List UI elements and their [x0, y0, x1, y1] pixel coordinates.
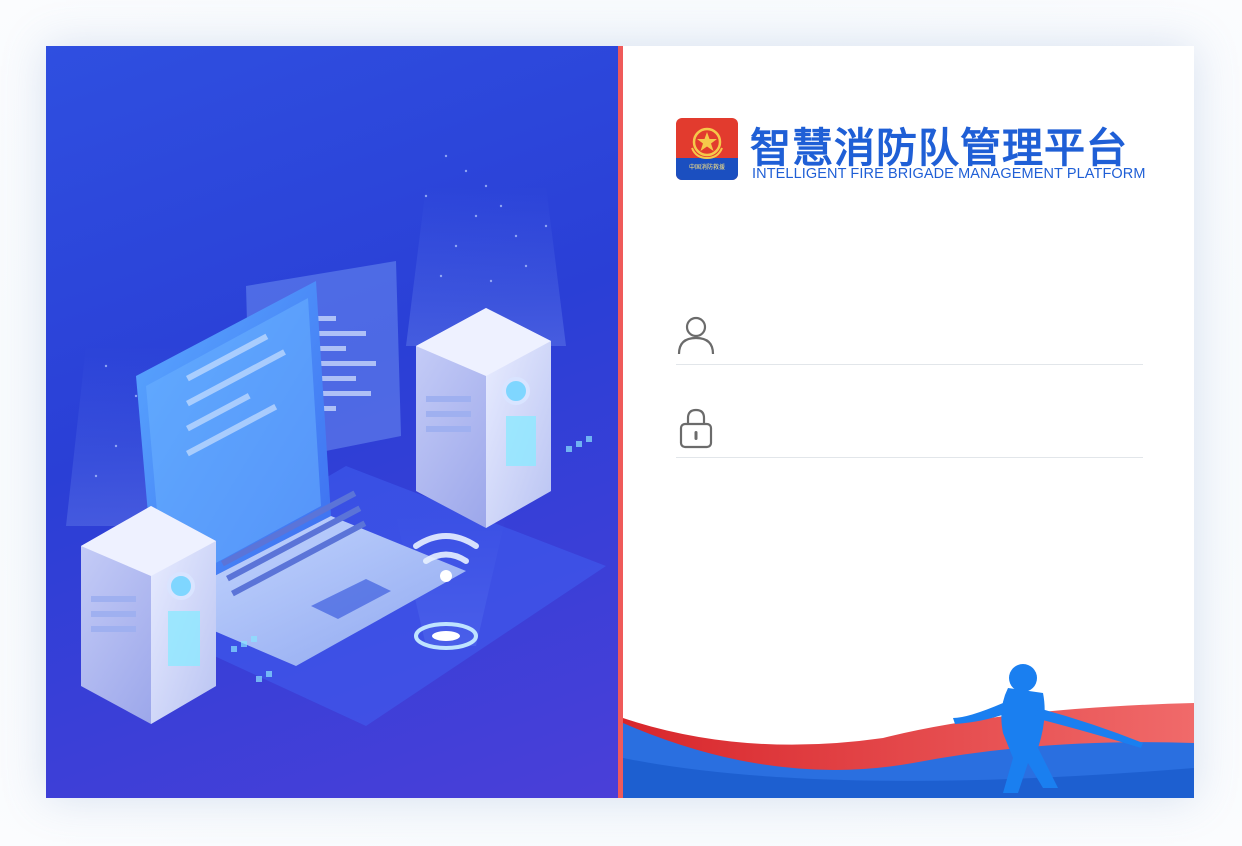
platform-title: 智慧消防队管理平台 [750, 124, 1128, 172]
login-page: 中国消防救援 智慧消防队管理平台 INTELLIGENT FIRE BRIGAD… [0, 0, 1242, 846]
illustration-panel [46, 46, 618, 798]
emblem-text: 中国消防救援 [688, 164, 725, 171]
platform-subtitle: INTELLIGENT FIRE BRIGADE MANAGEMENT PLAT… [752, 166, 1146, 182]
decorative-wave [623, 664, 1194, 798]
password-field [676, 401, 1143, 458]
password-input[interactable] [736, 411, 1140, 447]
tech-illustration [66, 154, 606, 726]
user-icon [676, 314, 718, 356]
login-card: 中国消防救援 智慧消防队管理平台 INTELLIGENT FIRE BRIGAD… [46, 46, 1194, 798]
username-input[interactable] [736, 318, 1140, 354]
brand-header: 中国消防救援 智慧消防队管理平台 INTELLIGENT FIRE BRIGAD… [676, 116, 1146, 186]
login-panel: 中国消防救援 智慧消防队管理平台 INTELLIGENT FIRE BRIGAD… [623, 46, 1194, 798]
username-field [676, 308, 1143, 365]
fire-rescue-emblem-icon: 中国消防救援 [676, 118, 738, 180]
lock-icon [676, 407, 718, 449]
